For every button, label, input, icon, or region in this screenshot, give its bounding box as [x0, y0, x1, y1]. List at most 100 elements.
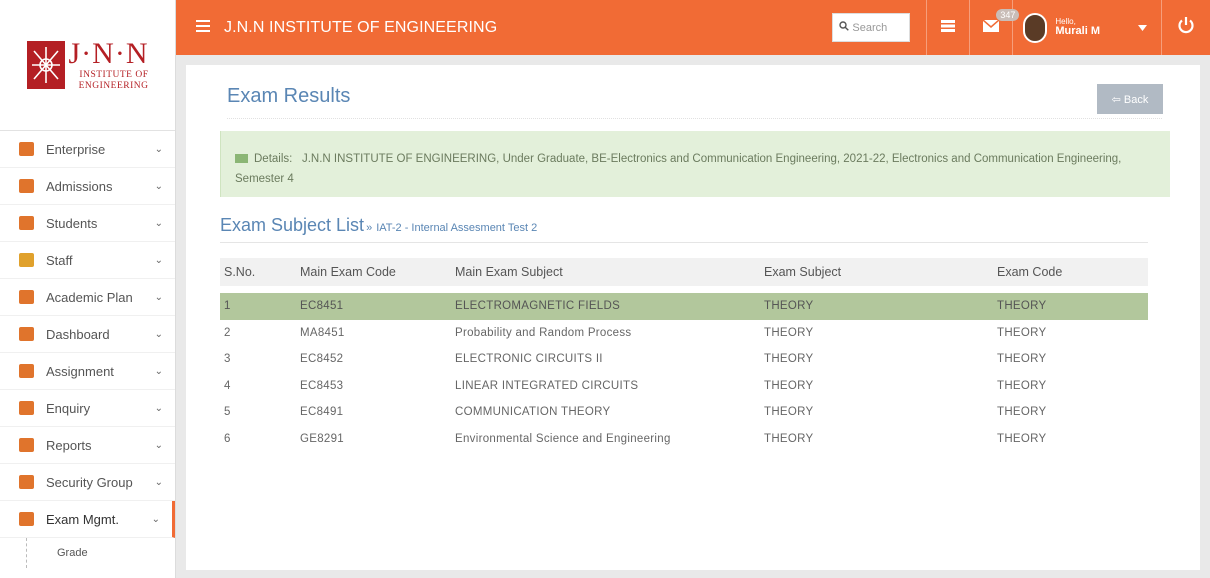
table-cell: Environmental Science and Engineering [455, 432, 671, 445]
subject-list-header: Exam Subject List» IAT-2 - Internal Asses… [220, 215, 1148, 243]
envelope-icon [982, 18, 1000, 37]
sidebar-item-staff[interactable]: Staff ⌄ [0, 242, 175, 279]
chevron-down-icon: ⌄ [154, 291, 163, 303]
sidebar-item-assignment[interactable]: Assignment ⌄ [0, 353, 175, 390]
edit-icon [19, 512, 34, 526]
table-cell: THEORY [764, 406, 814, 419]
chevron-down-icon: ⌄ [151, 513, 160, 525]
sidebar-item-exam-mgmt[interactable]: Exam Mgmt. ⌄ [0, 501, 175, 538]
table-header-row: S.No. Main Exam Code Main Exam Subject E… [220, 258, 1148, 286]
chevron-down-icon: ⌄ [154, 217, 163, 229]
sidebar-item-label: Academic Plan [46, 289, 133, 305]
sidebar-item-enquiry[interactable]: Enquiry ⌄ [0, 390, 175, 427]
subject-list-title: Exam Subject List [220, 215, 365, 235]
back-button[interactable]: ⇦ Back [1097, 84, 1163, 114]
logo-subtitle-2: ENGINEERING [78, 81, 149, 91]
col-header-main-exam-subject: Main Exam Subject [455, 265, 563, 279]
table-cell: 3 [224, 353, 231, 366]
table-cell: THEORY [997, 432, 1047, 445]
col-header-exam-subject: Exam Subject [764, 265, 842, 279]
sidebar-item-label: Admissions [46, 178, 113, 194]
table-cell: COMMUNICATION THEORY [455, 406, 611, 419]
caret-down-icon [1138, 23, 1147, 33]
chevron-down-icon: ⌄ [154, 180, 163, 192]
table-cell: THEORY [764, 379, 814, 392]
sidebar-item-reports[interactable]: Reports ⌄ [0, 427, 175, 464]
server-button[interactable] [927, 0, 969, 55]
logout-button[interactable] [1162, 0, 1210, 55]
sidebar-item-label: Staff [46, 252, 73, 268]
tag-icon [19, 364, 34, 378]
table-cell: THEORY [764, 432, 814, 445]
table-cell: EC8453 [300, 379, 344, 392]
details-icon [235, 154, 248, 163]
sidebar-menu: Enterprise ⌄ Admissions ⌄ Students ⌄ Staff ⌄ Aca… [0, 131, 175, 568]
table-cell: 4 [224, 379, 231, 392]
user-name: Murali M [1055, 24, 1100, 37]
gears-icon [19, 142, 34, 156]
chevron-down-icon: ⌄ [154, 402, 163, 414]
table-row[interactable]: 4 EC8453 LINEAR INTEGRATED CIRCUITS THEORY T… [220, 373, 1148, 400]
mail-button[interactable]: 347 [970, 0, 1020, 55]
col-header-exam-code: Exam Code [997, 265, 1063, 279]
search-icon [839, 21, 850, 34]
app-title: J.N.N INSTITUTE OF ENGINEERING [224, 18, 498, 36]
table-cell: EC8452 [300, 353, 344, 366]
table-cell: THEORY [997, 379, 1047, 392]
sidebar-subitem-grade[interactable]: Grade [26, 538, 175, 568]
sidebar-item-label: Exam Mgmt. [46, 511, 119, 527]
table-row[interactable]: 2 MA8451 Probability and Random Process THE… [220, 320, 1148, 347]
top-navbar: J.N.N INSTITUTE OF ENGINEERING Search 34… [176, 0, 1210, 55]
table-cell: EC8491 [300, 406, 344, 419]
table-cell: THEORY [764, 293, 997, 320]
table-cell: THEORY [997, 406, 1047, 419]
sidebar: J·N·N INSTITUTE OF ENGINEERING Enterpris… [0, 0, 176, 578]
sidebar-item-label: Security Group [46, 474, 133, 490]
page-header: Exam Results ⇦ Back [227, 84, 1163, 119]
details-panel: Details: J.N.N INSTITUTE OF ENGINEERING,… [220, 131, 1170, 197]
list-icon [19, 179, 34, 193]
sidebar-item-security-group[interactable]: Security Group ⌄ [0, 464, 175, 501]
sidebar-item-academic-plan[interactable]: Academic Plan ⌄ [0, 279, 175, 316]
table-cell: 6 [224, 432, 231, 445]
table-cell: Probability and Random Process [455, 326, 632, 339]
user-menu[interactable]: Hello, Murali M [1013, 0, 1161, 55]
sidebar-item-label: Enquiry [46, 400, 91, 416]
hamburger-menu-icon[interactable] [196, 19, 210, 36]
table-row[interactable]: 1 EC8451 ELECTROMAGNETIC FIELDS THEORY THEOR… [220, 293, 1148, 320]
institute-logo[interactable]: J·N·N INSTITUTE OF ENGINEERING [0, 0, 175, 131]
logo-subtitle-1: INSTITUTE OF [79, 69, 149, 80]
chevron-down-icon: ⌄ [154, 143, 163, 155]
chevron-down-icon: ⌄ [154, 328, 163, 340]
sidebar-item-students[interactable]: Students ⌄ [0, 205, 175, 242]
table-cell: MA8451 [300, 326, 345, 339]
exam-name: IAT-2 - Internal Assesment Test 2 [376, 222, 538, 234]
search-input[interactable]: Search [832, 13, 911, 42]
shield-icon [19, 475, 34, 489]
exam-subject-table: S.No. Main Exam Code Main Exam Subject E… [220, 258, 1148, 452]
col-header-main-exam-code: Main Exam Code [300, 265, 396, 279]
book-icon [19, 290, 34, 304]
users-icon [19, 216, 34, 230]
table-cell: ELECTROMAGNETIC FIELDS [455, 293, 764, 320]
mail-count-badge: 347 [996, 9, 1020, 21]
sidebar-item-label: Enterprise [46, 141, 106, 157]
table-cell: 1 [220, 293, 300, 320]
table-cell: THEORY [764, 326, 814, 339]
sidebar-item-enterprise[interactable]: Enterprise ⌄ [0, 131, 175, 168]
folder-icon [19, 438, 34, 452]
dashboard-icon [19, 327, 34, 341]
phone-icon [19, 401, 34, 415]
chevron-down-icon: ⌄ [154, 365, 163, 377]
table-row[interactable]: 6 GE8291 Environmental Science and Enginee… [220, 426, 1148, 453]
breadcrumb-separator: » [366, 222, 373, 234]
sidebar-item-dashboard[interactable]: Dashboard ⌄ [0, 316, 175, 353]
table-row[interactable]: 3 EC8452 ELECTRONIC CIRCUITS II THEORY THEOR… [220, 346, 1148, 373]
table-cell: THEORY [764, 353, 814, 366]
sidebar-item-admissions[interactable]: Admissions ⌄ [0, 168, 175, 205]
table-cell: EC8451 [300, 293, 455, 320]
chevron-down-icon: ⌄ [154, 476, 163, 488]
user-icon [19, 253, 34, 267]
table-row[interactable]: 5 EC8491 COMMUNICATION THEORY THEORY THEORY [220, 399, 1148, 426]
back-arrow-icon: ⇦ [1111, 93, 1121, 106]
